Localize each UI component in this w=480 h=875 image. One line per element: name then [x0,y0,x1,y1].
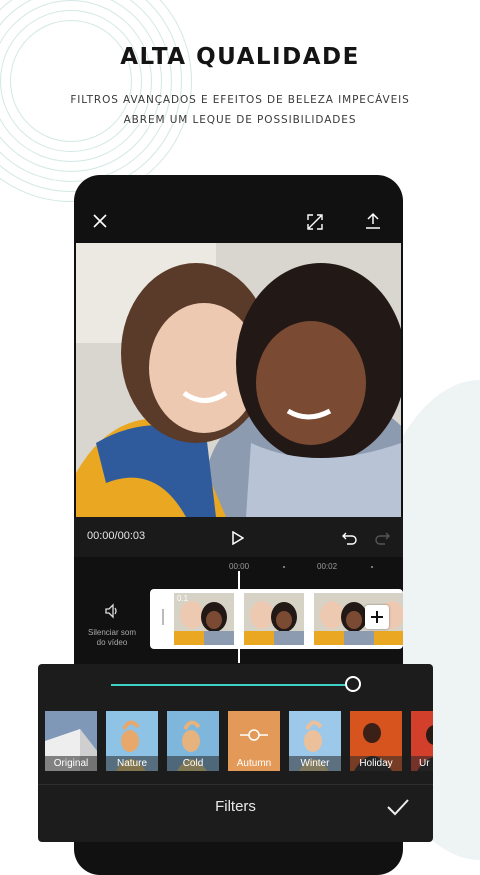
filter-holiday[interactable]: Holiday [350,711,402,771]
add-icon [371,611,383,623]
filter-original[interactable]: Original [45,711,97,771]
subtitle-line-2: ABREM UM LEQUE DE POSSIBILIDADES [123,114,357,126]
filter-label: Nature [106,756,158,771]
intensity-slider-knob[interactable] [345,676,361,692]
intensity-slider-track[interactable] [111,684,356,686]
mute-audio-button[interactable]: Silenciar som do vídeo [74,587,150,667]
filter-label: Holiday [350,756,402,771]
ruler-dot [283,566,285,568]
video-preview[interactable] [76,243,401,517]
page-title: ALTA QUALIDADE [120,44,360,70]
add-clip-button[interactable] [365,605,389,629]
check-icon[interactable] [386,797,412,819]
filters-title: Filters [215,798,256,815]
filter-autumn[interactable]: Autumn [228,711,280,771]
filter-cold[interactable]: Cold [167,711,219,771]
trim-handle[interactable] [162,609,164,625]
speaker-icon [74,603,150,624]
filter-label: Ur [411,756,433,771]
close-icon[interactable] [90,211,110,231]
mute-label-line-2: do vídeo [96,638,128,647]
ruler-tick: 00:00 [229,562,250,571]
filter-label: Winter [289,756,341,771]
filter-label: Autumn [236,758,272,769]
ruler-dot [371,566,373,568]
clip-overlay-label: 0.1 [177,594,189,603]
play-icon[interactable] [229,529,247,547]
timecode: 00:00/00:03 [87,530,146,542]
panel-divider [38,784,433,785]
subtitle-line-1: FILTROS AVANÇADOS E EFEITOS DE BELEZA IM… [70,94,410,106]
clip-thumbnail [244,593,304,645]
editor-toolbar [74,175,403,243]
mute-label-line-1: Silenciar som [87,628,136,637]
redo-icon[interactable] [372,528,392,548]
clip-thumbnail: 0.1 [174,593,234,645]
fullscreen-icon[interactable] [304,211,326,233]
undo-icon[interactable] [340,528,360,548]
filters-panel: Original Nature Cold Autumn Winter Holid… [38,664,433,842]
filter-urban[interactable]: Ur [411,711,433,771]
filter-nature[interactable]: Nature [106,711,158,771]
playhead[interactable] [238,571,240,663]
filter-label: Original [45,756,97,771]
playback-bar: 00:00/00:03 [74,517,403,557]
page-subtitle: FILTROS AVANÇADOS E EFEITOS DE BELEZA IM… [0,90,480,130]
ruler-tick: 00:02 [317,562,338,571]
filter-winter[interactable]: Winter [289,711,341,771]
filter-list: Original Nature Cold Autumn Winter Holid… [45,711,433,771]
export-icon[interactable] [362,209,384,233]
filter-label: Cold [167,756,219,771]
